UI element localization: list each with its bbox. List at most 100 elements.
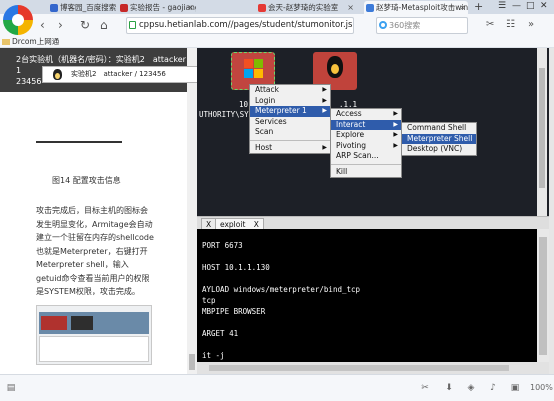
metasploit-tab-icon <box>366 4 374 12</box>
menu-item-attack[interactable]: Attack ▶ <box>250 85 330 96</box>
menu-item-arp-scan[interactable]: ARP Scan... <box>331 151 401 162</box>
search-box[interactable]: 360搜索 <box>376 17 468 34</box>
sidebar-toggle-icon[interactable]: ▤ <box>6 383 16 393</box>
shield-icon[interactable]: ◈ <box>466 383 476 393</box>
minimize-button[interactable]: — <box>512 0 521 13</box>
remote-desktop[interactable]: 10 .1.1 UTHORITY\SY Attack ▶ Login ▶ Meter… <box>197 48 549 374</box>
menu-separator <box>331 163 401 165</box>
graph-scrollbar[interactable] <box>537 48 547 216</box>
tab-label: 实验报告 - gaojiangqi <box>130 3 196 12</box>
search-icon <box>379 21 387 29</box>
screenshot-thumbnail[interactable] <box>36 305 152 365</box>
submenu-arrow-icon: ▶ <box>322 143 327 151</box>
panel-scrollbar[interactable] <box>187 48 197 374</box>
submenu-arrow-icon: ▶ <box>393 110 398 117</box>
scrollbar-thumb[interactable] <box>209 365 509 371</box>
close-window-button[interactable]: ✕ <box>540 0 548 13</box>
menu-item-meterpreter[interactable]: Meterpreter 1 ▶ <box>250 106 330 117</box>
more-icon[interactable]: » <box>528 17 534 33</box>
zoom-level[interactable]: 100% <box>530 383 553 392</box>
back-button[interactable]: ‹ <box>40 17 45 33</box>
tab-baidu[interactable]: 博客园_百度搜索 <box>48 1 116 14</box>
menu-item-kill[interactable]: Kill <box>331 167 401 178</box>
menu-label: Meterpreter Shell <box>407 133 473 143</box>
menu-item-command-shell[interactable]: Command Shell <box>402 123 476 134</box>
close-tab-icon[interactable]: × <box>459 1 466 14</box>
browser-status-bar: ▤ ✂ ⬇ ◈ ♪ ▣ 100% <box>0 374 554 401</box>
thumb-host-dark <box>71 316 93 330</box>
menu-item-services[interactable]: Services <box>250 117 330 128</box>
menu-item-explore[interactable]: Explore ▶ <box>331 130 401 141</box>
menu-item-host[interactable]: Host ▶ <box>250 143 330 154</box>
extensions-icon[interactable]: ✂ <box>486 17 494 33</box>
close-tab-icon[interactable]: × <box>347 1 354 14</box>
menu-label: Meterpreter 1 <box>255 106 307 115</box>
tab-report[interactable]: 实验报告 - gaojiangqi × <box>118 1 196 14</box>
folder-icon <box>2 39 10 45</box>
console-line: HOST 10.1.1.130 <box>202 263 270 272</box>
tab-bar: 博客园_百度搜索 实验报告 - gaojiangqi × 会天-赵梦琦的实验室 … <box>0 0 554 14</box>
linux-icon <box>53 69 62 80</box>
menu-icon[interactable]: ☰ <box>498 0 506 13</box>
menu-label: Login <box>255 95 276 105</box>
page-icon[interactable]: ▣ <box>510 383 520 393</box>
console-tab-bar: X exploit X <box>197 216 549 230</box>
instruction-paragraph: 攻击完成后，目标主机的图标会发生明显变化，Armitage会自动建立一个驻留在内… <box>36 206 154 296</box>
console-horizontal-scrollbar[interactable] <box>197 362 549 374</box>
maximize-button[interactable]: □ <box>526 0 535 13</box>
windows-logo-icon <box>244 59 264 79</box>
browser-logo-icon[interactable] <box>3 5 33 35</box>
search-placeholder: 360搜索 <box>389 21 421 30</box>
close-tab-icon[interactable]: × <box>187 1 194 14</box>
submenu-arrow-icon: ▶ <box>322 107 327 114</box>
menu-item-scan[interactable]: Scan <box>250 127 330 138</box>
menu-label: ARP Scan... <box>336 151 379 160</box>
menu-label: Services <box>255 116 287 126</box>
scrollbar-thumb[interactable] <box>539 237 547 355</box>
menu-label: Pivoting <box>336 140 367 150</box>
menu-item-access[interactable]: Access ▶ <box>331 109 401 120</box>
meterpreter-submenu: Access ▶ Interact ▶ Explore ▶ Pivoting ▶ ARP… <box>330 108 402 178</box>
scrollbar-thumb[interactable] <box>539 68 545 188</box>
tab-lab[interactable]: 会天-赵梦琦的实验室 × <box>256 1 356 14</box>
new-tab-button[interactable]: + <box>474 0 483 13</box>
menu-item-meterpreter-shell[interactable]: Meterpreter Shell <box>402 133 476 144</box>
menu-label: Attack <box>255 85 279 94</box>
sound-icon[interactable]: ♪ <box>488 383 498 393</box>
scrollbar-thumb[interactable] <box>189 354 195 370</box>
forward-button[interactable]: › <box>58 17 63 33</box>
download-icon[interactable]: ⬇ <box>444 383 454 393</box>
submenu-arrow-icon: ▶ <box>393 141 398 149</box>
menu-item-login[interactable]: Login ▶ <box>250 96 330 107</box>
console-line: it -j <box>202 351 225 360</box>
armitage-target-graph[interactable]: 10 .1.1 UTHORITY\SY Attack ▶ Login ▶ Meter… <box>197 48 549 216</box>
close-tab-icon[interactable]: X <box>254 220 259 229</box>
bookmark-drcom[interactable]: Drcom上网通 <box>12 37 59 46</box>
menu-item-pivoting[interactable]: Pivoting ▶ <box>331 141 401 152</box>
screenshot-icon[interactable]: ✂ <box>420 383 430 393</box>
remote-desktop-edge <box>549 48 554 374</box>
instruction-panel: 2台实验机（机器名/密码）：实验机2 attacker / 1 23456 图1… <box>0 48 197 374</box>
host-ip-label: 10 <box>239 100 249 109</box>
submenu-arrow-icon: ▶ <box>393 120 398 128</box>
menu-item-interact[interactable]: Interact ▶ <box>331 119 401 130</box>
menu-grid-icon[interactable]: ☷ <box>506 17 515 33</box>
exploit-console[interactable]: PORT 6673 HOST 10.1.1.130 AYLOAD windows… <box>197 229 537 362</box>
home-button[interactable]: ⌂ <box>100 17 108 33</box>
menu-item-desktop-vnc[interactable]: Desktop (VNC) <box>402 144 476 155</box>
figure-caption: 图14 配置攻击信息 <box>52 176 121 185</box>
menu-label: Interact <box>336 119 366 129</box>
menu-label: Host <box>255 142 273 152</box>
address-bar[interactable]: cppsu.hetianlab.com//pages/student/stumo… <box>126 17 354 34</box>
menu-label: Command Shell <box>407 123 467 132</box>
console-vertical-scrollbar[interactable] <box>537 229 549 362</box>
host-select[interactable]: 实验机2 attacker / 123456 ▼ <box>42 66 214 83</box>
host-select-value: 实验机2 attacker / 123456 <box>71 70 166 78</box>
reload-button[interactable]: ↻ <box>80 17 90 33</box>
tab-metasploit[interactable]: 赵梦琦-Metasploit攻击win × <box>364 1 468 14</box>
